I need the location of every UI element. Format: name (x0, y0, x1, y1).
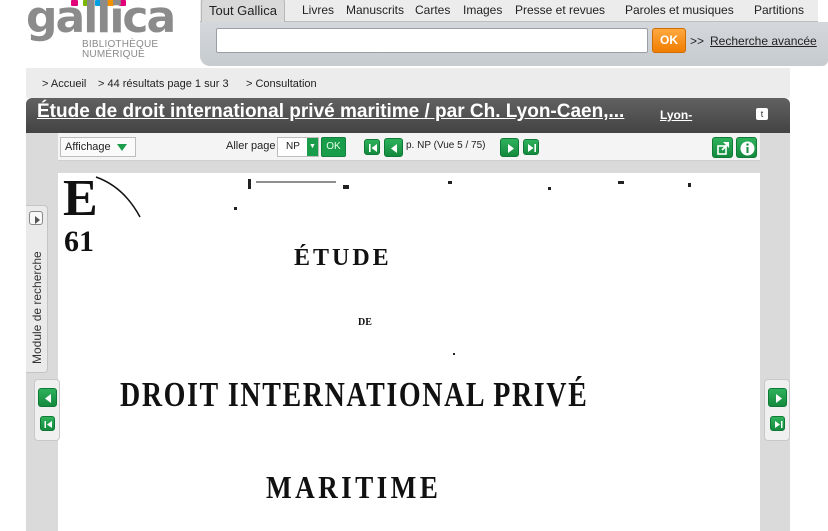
goto-page-ok-button[interactable]: OK (321, 137, 346, 157)
document-title[interactable]: Étude de droit international privé marit… (37, 101, 624, 123)
page-indicator: p. NP (Vue 5 / 75) (406, 140, 486, 151)
logo-subtitle: BIBLIOTHÈQUE NUMÉRIQUE (82, 40, 158, 60)
catalogue-stamp-letter: E (63, 173, 98, 227)
info-glyph (740, 141, 755, 156)
last-page-glyph (528, 144, 536, 152)
document-viewer: Affichage Aller page NP ▼ OK p. NP (Vue … (26, 133, 790, 531)
display-menu-label: Affichage (65, 141, 111, 153)
next-page-icon[interactable] (500, 138, 519, 157)
catalogue-stamp-number: 61 (64, 225, 94, 258)
advanced-search-prefix: >> (690, 34, 705, 48)
breadcrumb-results[interactable]: > 44 résultats page 1 sur 3 (98, 78, 229, 90)
scan-heading-etude: ÉTUDE (294, 245, 392, 271)
next-page-side-icon[interactable] (768, 388, 787, 407)
tab-tout-gallica[interactable]: Tout Gallica (201, 0, 285, 23)
first-page-side-glyph (44, 421, 52, 428)
share-glyph (717, 142, 729, 155)
next-page-side-glyph (776, 394, 782, 403)
text-mode-button[interactable]: t (756, 108, 768, 120)
last-page-icon[interactable] (523, 139, 539, 155)
tab-cartes[interactable]: Cartes (415, 3, 450, 17)
search-ok-button[interactable]: OK (652, 28, 686, 53)
breadcrumb-current: > Consultation (246, 78, 317, 90)
search-bar: OK >> Recherche avancée (200, 22, 828, 66)
scan-word-de: DE (358, 317, 372, 328)
prev-page-side-icon[interactable] (38, 388, 57, 407)
search-module-toggle[interactable]: Module de recherche (26, 205, 48, 373)
first-page-icon[interactable] (364, 139, 380, 155)
display-menu[interactable]: Affichage (60, 137, 136, 157)
scanned-page[interactable]: E 61 ÉTUDE DE DROIT INTERNATIONAL PRIVÉ … (58, 173, 760, 531)
viewer-toolbar: Affichage Aller page NP ▼ OK p. NP (Vue … (58, 133, 760, 161)
play-icon (29, 211, 43, 225)
play-glyph (35, 216, 40, 224)
first-page-glyph (369, 144, 377, 152)
scan-heading-droit: DROIT INTERNATIONAL PRIVÉ (120, 375, 589, 414)
first-page-side-icon[interactable] (40, 416, 55, 431)
left-page-nav (34, 379, 60, 441)
document-titlebar: Étude de droit international privé marit… (26, 98, 790, 133)
goto-page-label: Aller page (226, 140, 276, 152)
logo-wordmark: gallica (26, 0, 176, 43)
search-panel: Tout Gallica Livres Manuscrits Cartes Im… (200, 0, 828, 66)
prev-page-side-glyph (45, 394, 51, 403)
tab-paroles-et-musiques[interactable]: Paroles et musiques (625, 3, 734, 17)
select-arrow-icon: ▼ (307, 138, 318, 156)
search-tabs: Tout Gallica Livres Manuscrits Cartes Im… (200, 0, 818, 23)
right-page-nav (764, 379, 790, 441)
tab-partitions[interactable]: Partitions (754, 3, 804, 17)
tab-images[interactable]: Images (463, 3, 502, 17)
next-page-glyph (508, 144, 514, 153)
share-icon[interactable] (712, 137, 733, 158)
goto-page-value: NP (286, 141, 300, 152)
breadcrumb: > Accueil > 44 résultats page 1 sur 3 > … (26, 68, 790, 98)
last-page-side-icon[interactable] (770, 416, 785, 431)
breadcrumb-home[interactable]: > Accueil (42, 78, 86, 90)
tab-livres[interactable]: Livres (302, 3, 334, 17)
last-page-side-glyph (775, 421, 783, 428)
tab-manuscrits[interactable]: Manuscrits (346, 3, 404, 17)
scan-heading-maritime: MARITIME (266, 469, 442, 505)
info-icon[interactable] (736, 137, 757, 158)
prev-page-icon[interactable] (384, 138, 403, 157)
search-module-label: Module de recherche (30, 251, 44, 364)
prev-page-glyph (391, 144, 397, 153)
tab-presse-et-revues[interactable]: Presse et revues (515, 3, 605, 17)
advanced-search-link[interactable]: Recherche avancée (710, 34, 817, 48)
gallica-logo[interactable]: gallica BIBLIOTHÈQUE NUMÉRIQUE (26, 0, 186, 68)
search-input[interactable] (216, 28, 648, 53)
goto-page-select[interactable]: NP ▼ (277, 137, 319, 157)
logo-subtitle-line2: NUMÉRIQUE (82, 49, 145, 60)
document-author-link[interactable]: Lyon- (660, 108, 692, 122)
chevron-down-icon (117, 144, 127, 151)
